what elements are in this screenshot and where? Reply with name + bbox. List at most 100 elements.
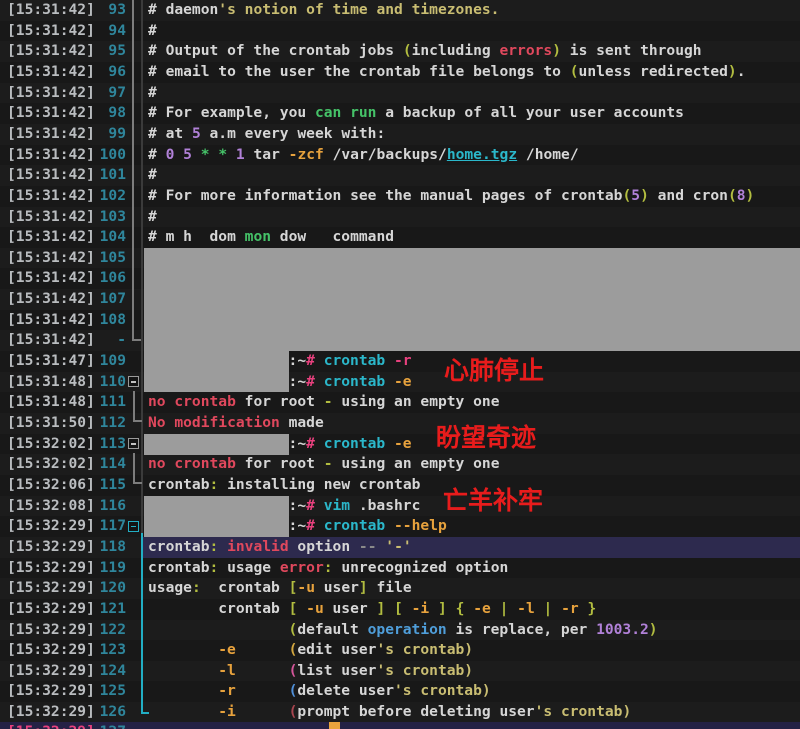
log-row[interactable]: [15:31:42]97# [0,83,800,104]
fold-collapse-icon[interactable] [128,438,139,449]
line-number[interactable]: 95 [92,41,126,62]
line-number[interactable]: 93 [92,0,126,21]
fold-guide-110 [133,391,135,422]
log-row[interactable]: [15:32:29]123-e (edit user's crontab) [0,640,800,661]
line-number[interactable]: 112 [92,413,126,434]
timestamp: [15:32:29] [7,558,95,579]
log-row[interactable]: [15:31:48]110:~# crontab -e [0,372,800,393]
line-number[interactable]: 103 [92,207,126,228]
line-number[interactable]: 99 [92,124,126,145]
log-row[interactable]: [15:31:42]96# email to the user the cron… [0,62,800,83]
fold-guide-top-end [132,339,141,341]
log-row[interactable]: [15:32:29]117:~# crontab --help [0,516,800,537]
line-number[interactable]: 118 [92,537,126,558]
timestamp: [15:32:29] [7,661,95,682]
log-row[interactable]: [15:31:42]98# For example, you can run a… [0,103,800,124]
line-number[interactable]: 111 [92,392,126,413]
line-number[interactable]: - [92,330,126,351]
line-number[interactable]: 125 [92,681,126,702]
line-number[interactable]: 104 [92,227,126,248]
line-number[interactable]: 124 [92,661,126,682]
line-number[interactable]: 110 [92,372,126,393]
timestamp: [15:31:42] [7,248,95,269]
log-row[interactable]: [15:32:29]121crontab [ -u user ] [ -i ] … [0,599,800,620]
log-row[interactable]: [15:32:02]114 no crontab for root - using… [0,454,800,475]
line-number[interactable]: 102 [92,186,126,207]
log-row[interactable]: [15:31:42]100 # 0 5 * * 1 tar -zcf /var/b… [0,145,800,166]
log-row[interactable]: [15:31:50]112No modification made [0,413,800,434]
line-number[interactable]: 113 [92,434,126,455]
log-row[interactable]: [15:31:42]101# [0,165,800,186]
timestamp: [15:31:48] [7,392,95,413]
line-number[interactable]: 98 [92,103,126,124]
fold-collapse-icon[interactable] [128,521,139,532]
code-text: crontab: installing new crontab [148,475,420,496]
line-number[interactable]: 120 [92,578,126,599]
line-number[interactable]: 119 [92,558,126,579]
line-number[interactable]: 97 [92,83,126,104]
line-number[interactable]: 121 [92,599,126,620]
code-text: -r (delete user's crontab) [148,681,491,702]
line-number[interactable]: 116 [92,496,126,517]
log-row[interactable]: [15:32:29]126 -i (prompt before deleting … [0,702,800,723]
code-text: # For more information see the manual pa… [148,186,754,207]
timestamp: [15:32:08] [7,496,95,517]
log-row[interactable]: [15:31:47]109:~# crontab -r [0,351,800,372]
code-text: -i (prompt before deleting user's cronta… [148,702,631,723]
log-row[interactable]: [15:31:42]93# daemon's notion of time an… [0,0,800,21]
timestamp: [15:32:29] [7,702,95,723]
line-number[interactable]: 114 [92,454,126,475]
line-number[interactable]: 117 [92,516,126,537]
log-row[interactable]: [15:32:29]120usage: crontab [-u user] fi… [0,578,800,599]
log-row[interactable]: [15:31:42]99# at 5 a.m every week with: [0,124,800,145]
fold-guide-117-end [141,712,149,714]
code-text: # Output of the crontab jobs (including … [148,41,702,62]
log-row[interactable]: [15:32:06]115 crontab: installing new cro… [0,475,800,496]
timestamp: [15:32:06] [7,475,95,496]
timestamp: [15:32:29] [7,516,95,537]
line-number[interactable]: 123 [92,640,126,661]
line-number[interactable]: 108 [92,310,126,331]
line-number[interactable]: 107 [92,289,126,310]
timestamp: [15:31:42] [7,62,95,83]
annotation-cardiac-arrest: 心肺停止 [444,357,544,384]
minus-glyph [131,381,136,383]
log-row[interactable]: [15:32:29]125-r (delete user's crontab) [0,681,800,702]
log-row[interactable]: [15:31:42]95# Output of the crontab jobs… [0,41,800,62]
log-row[interactable]: [15:31:42]103# [0,207,800,228]
log-row[interactable]: [15:31:48]111no crontab for root - using… [0,392,800,413]
timestamp: [15:32:29] [7,640,95,661]
code-text: # 0 5 * * 1 tar -zcf /var/backups/home.t… [148,145,579,166]
log-row[interactable]: [15:32:29]122(default operation is repla… [0,620,800,641]
line-number[interactable]: 115 [92,475,126,496]
line-number[interactable]: 126 [92,702,126,723]
line-number[interactable]: 105 [92,248,126,269]
timestamp: [15:31:42] [7,83,95,104]
line-number[interactable]: 101 [92,165,126,186]
timestamp: [15:31:42] [7,21,95,42]
timestamp: [15:32:29] [7,578,95,599]
line-number[interactable]: 109 [92,351,126,372]
minus-glyph [131,443,136,445]
line-number[interactable]: 106 [92,268,126,289]
timestamp: [15:31:42] [7,145,95,166]
log-row[interactable]: [15:31:42]94# [0,21,800,42]
line-number[interactable]: 122 [92,620,126,641]
gutter-divider [141,0,143,533]
timestamp: [15:31:42] [7,227,95,248]
line-number[interactable]: 94 [92,21,126,42]
log-row[interactable]: [15:32:29]124-l (list user's crontab) [0,661,800,682]
log-row[interactable]: [15:32:02]113:~# crontab -e [0,434,800,455]
line-number[interactable]: 96 [92,62,126,83]
log-row[interactable]: [15:32:08]116:~# vim .bashrc [0,496,800,517]
log-row[interactable]: [15:32:29]118crontab: invalid option -- … [0,537,800,558]
code-text: (default operation is replace, per 1003.… [148,620,658,641]
log-row[interactable]: [15:32:29]119crontab: usage error: unrec… [0,558,800,579]
fold-collapse-icon[interactable] [128,376,139,387]
timestamp: [15:31:42] [7,165,95,186]
log-row[interactable]: [15:31:42]104# m h dom mon dow command [0,227,800,248]
code-text: no crontab for root - using an empty one [148,454,499,475]
log-row[interactable]: [15:31:42]102# For more information see … [0,186,800,207]
timestamp: [15:32:02] [7,454,95,475]
line-number[interactable]: 100 [92,145,126,166]
